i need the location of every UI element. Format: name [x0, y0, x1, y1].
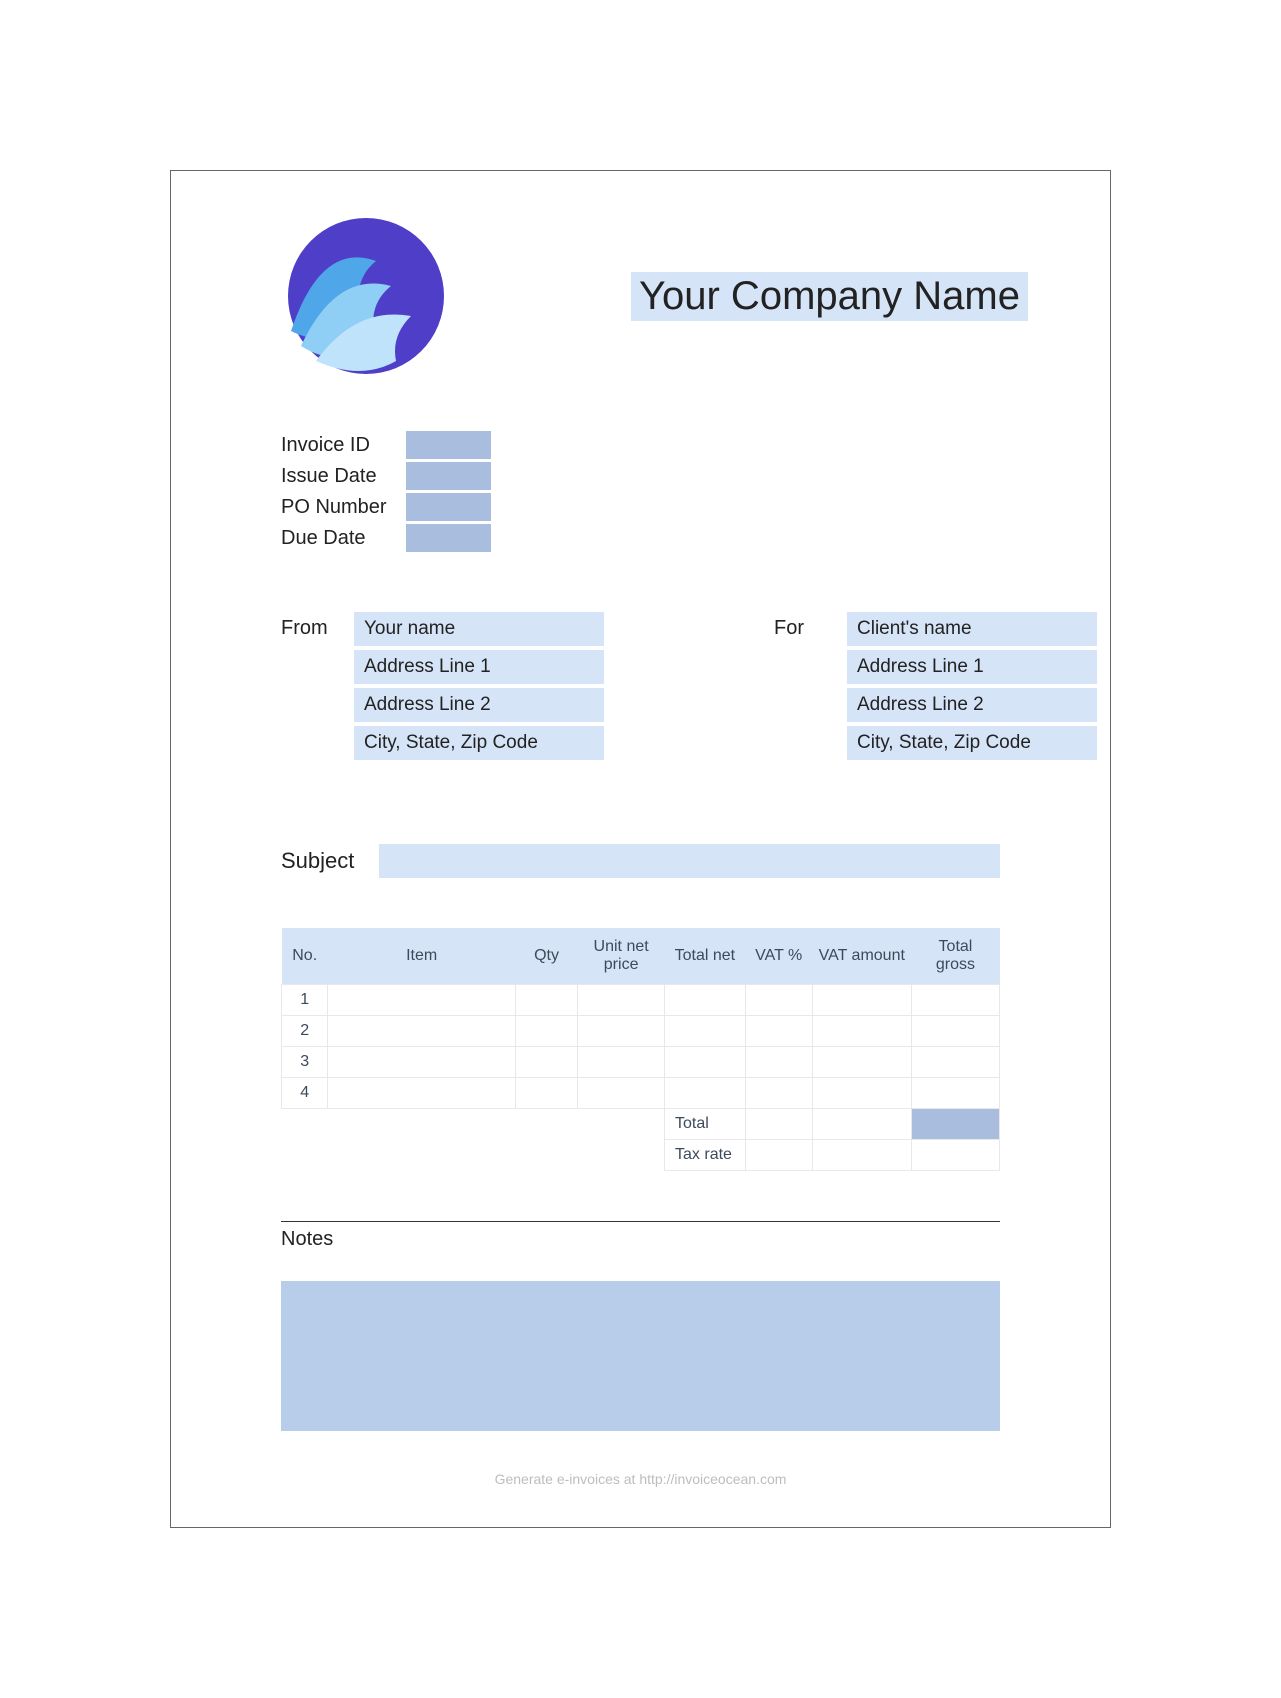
from-address-1[interactable]: Address Line 1 — [354, 650, 604, 684]
totals-row-total: Total — [282, 1109, 1000, 1140]
col-no: No. — [282, 928, 328, 985]
cell-item[interactable] — [328, 1016, 515, 1047]
header: Your Company Name — [281, 211, 1000, 381]
col-total-gross: Total gross — [911, 928, 999, 985]
cell-unit[interactable] — [578, 1047, 665, 1078]
wave-logo-icon — [281, 211, 451, 381]
cell-unit[interactable] — [578, 1078, 665, 1109]
company-name[interactable]: Your Company Name — [631, 272, 1028, 321]
footer-text: Generate e-invoices at http://invoiceoce… — [281, 1471, 1000, 1487]
cell-total-net[interactable] — [665, 1016, 746, 1047]
totals-row-tax: Tax rate — [282, 1140, 1000, 1171]
cell-qty[interactable] — [515, 1016, 577, 1047]
cell-qty[interactable] — [515, 985, 577, 1016]
cell-vat-amt[interactable] — [812, 985, 911, 1016]
for-name[interactable]: Client's name — [847, 612, 1097, 646]
total-vat-amt[interactable] — [812, 1109, 911, 1140]
table-row: 4 — [282, 1078, 1000, 1109]
notes-field[interactable] — [281, 1281, 1000, 1431]
cell-no: 4 — [282, 1078, 328, 1109]
po-number-label: PO Number — [281, 496, 406, 519]
for-label: For — [774, 612, 829, 764]
total-label: Total — [665, 1109, 746, 1140]
cell-no: 2 — [282, 1016, 328, 1047]
invoice-meta: Invoice ID Issue Date PO Number Due Date — [281, 431, 1000, 552]
total-vat-pct[interactable] — [745, 1109, 812, 1140]
cell-total-gross[interactable] — [911, 1078, 999, 1109]
col-item: Item — [328, 928, 515, 985]
tax-rate-label: Tax rate — [665, 1140, 746, 1171]
cell-vat-amt[interactable] — [812, 1047, 911, 1078]
tax-vat-amt[interactable] — [812, 1140, 911, 1171]
table-row: 3 — [282, 1047, 1000, 1078]
invoice-sheet: Your Company Name Invoice ID Issue Date … — [170, 170, 1111, 1528]
subject-field[interactable] — [379, 844, 1000, 878]
invoice-id-field[interactable] — [406, 431, 491, 459]
due-date-field[interactable] — [406, 524, 491, 552]
cell-item[interactable] — [328, 985, 515, 1016]
for-block: For Client's name Address Line 1 Address… — [774, 612, 1097, 764]
issue-date-field[interactable] — [406, 462, 491, 490]
cell-total-net[interactable] — [665, 985, 746, 1016]
cell-vat-pct[interactable] — [745, 1016, 812, 1047]
divider — [281, 1221, 1000, 1222]
cell-qty[interactable] — [515, 1047, 577, 1078]
cell-qty[interactable] — [515, 1078, 577, 1109]
cell-no: 1 — [282, 985, 328, 1016]
issue-date-label: Issue Date — [281, 465, 406, 488]
from-label: From — [281, 612, 336, 764]
invoice-id-label: Invoice ID — [281, 434, 406, 457]
cell-total-gross[interactable] — [911, 1016, 999, 1047]
for-address-2[interactable]: Address Line 2 — [847, 688, 1097, 722]
cell-unit[interactable] — [578, 1016, 665, 1047]
cell-vat-amt[interactable] — [812, 1016, 911, 1047]
subject-label: Subject — [281, 848, 354, 874]
notes-label: Notes — [281, 1228, 1000, 1251]
items-table: No. Item Qty Unit net price Total net VA… — [281, 928, 1000, 1171]
subject-row: Subject — [281, 844, 1000, 878]
cell-item[interactable] — [328, 1047, 515, 1078]
cell-vat-pct[interactable] — [745, 1047, 812, 1078]
from-name[interactable]: Your name — [354, 612, 604, 646]
cell-total-gross[interactable] — [911, 985, 999, 1016]
col-vat-amt: VAT amount — [812, 928, 911, 985]
cell-unit[interactable] — [578, 985, 665, 1016]
table-row: 1 — [282, 985, 1000, 1016]
tax-gross[interactable] — [911, 1140, 999, 1171]
due-date-label: Due Date — [281, 527, 406, 550]
total-gross[interactable] — [911, 1109, 999, 1140]
from-city-state-zip[interactable]: City, State, Zip Code — [354, 726, 604, 760]
cell-total-net[interactable] — [665, 1078, 746, 1109]
cell-no: 3 — [282, 1047, 328, 1078]
table-row: 2 — [282, 1016, 1000, 1047]
from-block: From Your name Address Line 1 Address Li… — [281, 612, 604, 764]
cell-total-gross[interactable] — [911, 1047, 999, 1078]
po-number-field[interactable] — [406, 493, 491, 521]
for-address-1[interactable]: Address Line 1 — [847, 650, 1097, 684]
from-address-2[interactable]: Address Line 2 — [354, 688, 604, 722]
col-unit: Unit net price — [578, 928, 665, 985]
col-total-net: Total net — [665, 928, 746, 985]
cell-vat-pct[interactable] — [745, 1078, 812, 1109]
for-city-state-zip[interactable]: City, State, Zip Code — [847, 726, 1097, 760]
col-qty: Qty — [515, 928, 577, 985]
cell-item[interactable] — [328, 1078, 515, 1109]
items-body: 1 2 — [282, 985, 1000, 1171]
tax-vat-pct[interactable] — [745, 1140, 812, 1171]
cell-vat-pct[interactable] — [745, 985, 812, 1016]
cell-total-net[interactable] — [665, 1047, 746, 1078]
cell-vat-amt[interactable] — [812, 1078, 911, 1109]
parties: From Your name Address Line 1 Address Li… — [281, 612, 1000, 764]
col-vat-pct: VAT % — [745, 928, 812, 985]
